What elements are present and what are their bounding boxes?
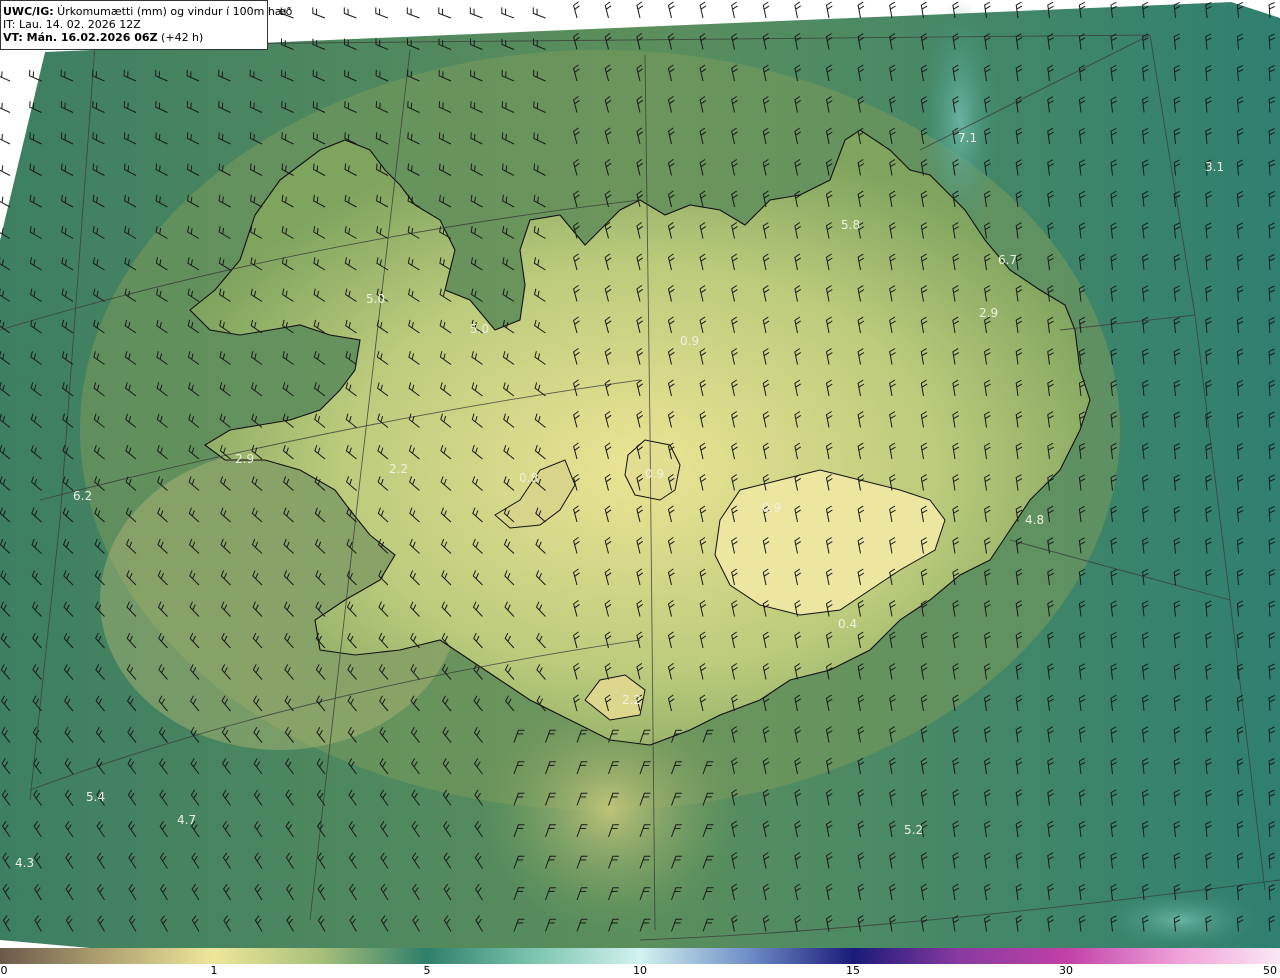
point-value: 4.3 xyxy=(15,856,34,870)
point-value: 2.2 xyxy=(622,693,641,707)
colorbar-tick: 0 xyxy=(0,964,8,977)
map-info-box: UWC/IG: Úrkomumætti (mm) og vindur í 100… xyxy=(0,0,292,50)
point-value: 6.7 xyxy=(998,253,1017,267)
point-value: 4.8 xyxy=(1025,513,1044,527)
colorbar-tick: 5 xyxy=(423,964,431,977)
point-value: 0.4 xyxy=(838,617,857,631)
colorbar xyxy=(0,948,1280,964)
colorbar-tick: 50 xyxy=(1263,964,1277,977)
product-title: Úrkomumætti (mm) og vindur í 100m hæð xyxy=(53,5,293,18)
point-value: 0.8 xyxy=(519,471,538,485)
point-value: 3.1 xyxy=(1205,160,1224,174)
point-value: 5.8 xyxy=(841,218,860,232)
initial-time: IT: Lau. 14. 02. 2026 12Z xyxy=(3,18,141,31)
point-value: 5.4 xyxy=(86,790,105,804)
point-value: 0.9 xyxy=(680,334,699,348)
point-value: 2.2 xyxy=(389,462,408,476)
point-value: 5.0 xyxy=(366,292,385,306)
colorbar-tick: 15 xyxy=(846,964,860,977)
point-value: 7.1 xyxy=(958,131,977,145)
colorbar-tick: 10 xyxy=(633,964,647,977)
point-value: 6.2 xyxy=(73,489,92,503)
colorbar-labels: 0 1 5 10 15 30 50 xyxy=(0,964,1280,978)
point-value: 2.9 xyxy=(979,306,998,320)
point-value: 5.0 xyxy=(470,322,489,336)
valid-time: VT: Mán. 16.02.2026 06Z xyxy=(3,31,158,44)
colorbar-tick: 1 xyxy=(210,964,218,977)
point-value: 2.9 xyxy=(235,452,254,466)
colorbar-tick: 30 xyxy=(1059,964,1073,977)
point-value: 0.9 xyxy=(762,501,781,515)
product-code: UWC/IG: xyxy=(3,5,54,18)
point-value: 0.9 xyxy=(645,467,664,481)
forecast-map: 7.1 3.1 5.8 6.7 2.9 5.0 5.0 6.2 4.8 5.4 … xyxy=(0,0,1280,948)
point-value: 4.7 xyxy=(177,813,196,827)
point-value: 5.2 xyxy=(904,823,923,837)
forecast-offset: (+42 h) xyxy=(157,31,204,44)
